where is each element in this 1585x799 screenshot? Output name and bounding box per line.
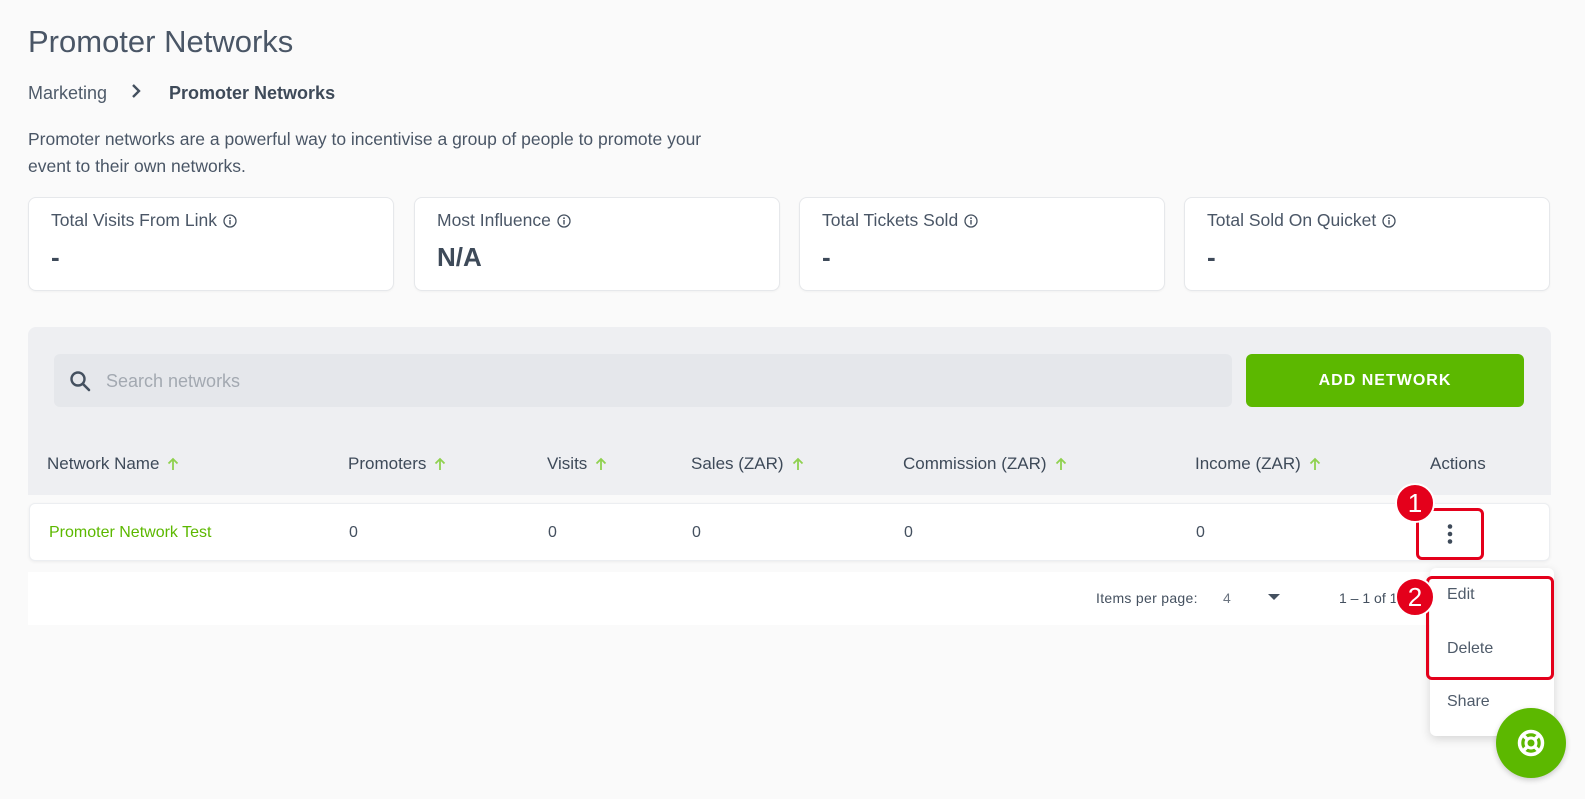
- table-pagination: Items per page: 4 1 – 1 of 1: [28, 572, 1551, 625]
- column-header-label: Promoters: [348, 454, 427, 473]
- networks-panel: ADD NETWORK Network Name Promoters Visit…: [28, 327, 1551, 495]
- stat-value: -: [822, 242, 831, 272]
- sort-arrow-up-icon: [595, 457, 607, 471]
- column-header-actions: Actions: [1430, 454, 1486, 474]
- stat-label-text: Total Visits From Link: [51, 210, 217, 230]
- column-header-visits[interactable]: Visits: [547, 454, 607, 474]
- breadcrumb-marketing[interactable]: Marketing: [28, 83, 107, 104]
- menu-item-share[interactable]: Share: [1447, 693, 1490, 711]
- column-header-label: Income (ZAR): [1195, 454, 1301, 473]
- column-header-label: Network Name: [47, 454, 160, 473]
- table-row: Promoter Network Test 0 0 0 0 0: [29, 503, 1550, 561]
- column-header-promoters[interactable]: Promoters: [348, 454, 446, 474]
- column-header-label: Sales (ZAR): [691, 454, 784, 473]
- column-header-commission[interactable]: Commission (ZAR): [903, 454, 1067, 474]
- stat-label: Most Influence: [437, 210, 571, 231]
- sort-arrow-up-icon: [1055, 457, 1067, 471]
- search-box: [54, 354, 1232, 409]
- stat-label: Total Tickets Sold: [822, 210, 978, 231]
- column-header-income[interactable]: Income (ZAR): [1195, 454, 1321, 474]
- column-header-sales[interactable]: Sales (ZAR): [691, 454, 804, 474]
- stat-value: N/A: [437, 242, 482, 272]
- page-title: Promoter Networks: [28, 24, 294, 59]
- stat-label-text: Total Tickets Sold: [822, 210, 959, 230]
- stat-card-total-sold-quicket: Total Sold On Quicket -: [1184, 197, 1550, 291]
- sort-arrow-up-icon: [434, 457, 446, 471]
- search-icon: [68, 369, 92, 393]
- cell-income: 0: [1196, 524, 1205, 541]
- breadcrumb: Marketing Promoter Networks: [28, 83, 335, 104]
- annotation-badge-2: 2: [1395, 577, 1435, 617]
- info-icon[interactable]: [964, 213, 978, 228]
- page-description: Promoter networks are a powerful way to …: [28, 129, 702, 176]
- info-icon[interactable]: [223, 213, 237, 228]
- stat-value: -: [1207, 242, 1216, 272]
- pagination-range: 1 – 1 of 1: [1339, 590, 1398, 606]
- cell-sales: 0: [692, 524, 701, 541]
- column-header-label: Visits: [547, 454, 588, 473]
- stat-label: Total Visits From Link: [51, 210, 237, 231]
- annotation-highlight-menu: [1426, 576, 1554, 680]
- stat-card-total-visits: Total Visits From Link -: [28, 197, 394, 291]
- stat-card-most-influence: Most Influence N/A: [414, 197, 780, 291]
- lifebuoy-icon: [1517, 729, 1545, 757]
- info-icon[interactable]: [557, 213, 571, 228]
- items-per-page-label: Items per page:: [1096, 590, 1198, 606]
- annotation-badge-1: 1: [1395, 483, 1435, 523]
- stat-label: Total Sold On Quicket: [1207, 210, 1396, 231]
- stat-card-total-tickets-sold: Total Tickets Sold -: [799, 197, 1165, 291]
- caret-down-icon[interactable]: [1268, 594, 1280, 600]
- breadcrumb-current: Promoter Networks: [169, 83, 336, 103]
- sort-arrow-up-icon: [1309, 457, 1321, 471]
- chevron-right-icon: [121, 83, 151, 104]
- cell-promoters: 0: [349, 524, 358, 541]
- stat-label-text: Most Influence: [437, 210, 551, 230]
- column-header-label: Actions: [1430, 454, 1486, 473]
- stat-label-text: Total Sold On Quicket: [1207, 210, 1377, 230]
- sort-arrow-up-icon: [792, 457, 804, 471]
- search-input[interactable]: [104, 354, 1218, 409]
- cell-commission: 0: [904, 524, 913, 541]
- items-per-page-select[interactable]: 4: [1223, 590, 1231, 606]
- sort-arrow-up-icon: [167, 457, 179, 471]
- column-header-network-name[interactable]: Network Name: [47, 454, 179, 474]
- add-network-button[interactable]: ADD NETWORK: [1246, 354, 1524, 407]
- cell-visits: 0: [548, 524, 557, 541]
- stat-value: -: [51, 242, 60, 272]
- network-name-link[interactable]: Promoter Network Test: [49, 524, 211, 542]
- info-icon[interactable]: [1382, 213, 1396, 228]
- help-button[interactable]: [1496, 708, 1566, 778]
- column-header-label: Commission (ZAR): [903, 454, 1047, 473]
- more-vertical-icon: [1447, 524, 1453, 544]
